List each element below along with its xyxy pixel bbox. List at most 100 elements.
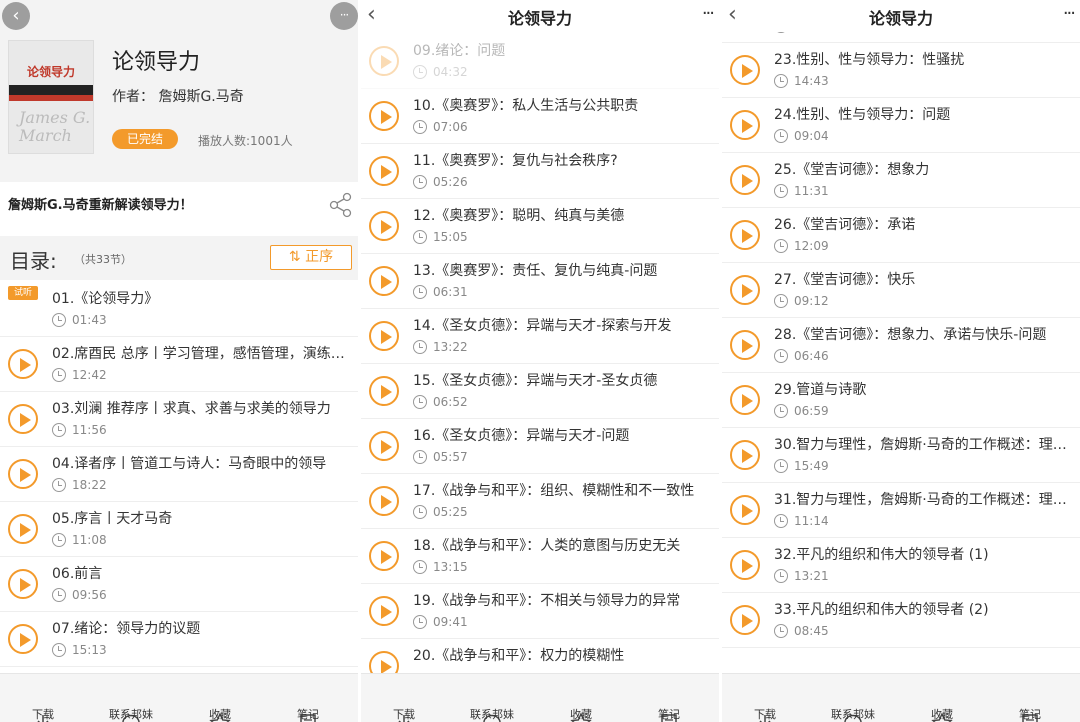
list-item[interactable]: 03.刘澜 推荐序丨求真、求善与求美的领导力 11:56	[0, 392, 358, 447]
list-item[interactable]: 11.《奥赛罗》：复仇与社会秩序? 05:26	[361, 144, 719, 199]
toolbar-note-button[interactable]: 笔记	[1000, 674, 1060, 722]
play-icon[interactable]	[730, 440, 760, 470]
list-item[interactable]: 15.《圣女贞德》：异端与天才-圣女贞德 06:52	[361, 364, 719, 419]
play-icon[interactable]	[8, 349, 38, 379]
list-item[interactable]: 18.《战争与和平》：人类的意图与历史无关 13:15	[361, 529, 719, 584]
toolbar-label: 收藏	[209, 708, 231, 721]
play-icon[interactable]	[730, 165, 760, 195]
list-item[interactable]: 16.《圣女贞德》：异端与天才-问题 05:57	[361, 419, 719, 474]
list-item[interactable]: 24.性别、性与领导力：问题 09:04	[722, 98, 1080, 153]
list-item[interactable]: 17.《战争与和平》：组织、模糊性和不一致性 05:25	[361, 474, 719, 529]
toolbar-star-button[interactable]: 收藏	[190, 674, 250, 722]
toolbar-download-button[interactable]: 下载	[374, 674, 434, 722]
list-item[interactable]: 23.性别、性与领导力：性骚扰 14:43	[722, 43, 1080, 98]
play-icon[interactable]	[369, 596, 399, 626]
play-icon[interactable]	[730, 275, 760, 305]
clock-icon	[52, 423, 66, 437]
clock-icon	[774, 349, 788, 363]
play-icon[interactable]	[369, 431, 399, 461]
list-item[interactable]: 07.绪论：领导力的议题 15:13	[0, 612, 358, 667]
item-duration: 04:32	[433, 65, 468, 79]
sort-button[interactable]: ⇅ 正序	[270, 245, 352, 270]
play-icon[interactable]	[730, 605, 760, 635]
cover-title: 论领导力	[26, 65, 75, 79]
list-item[interactable]: 32.平凡的组织和伟大的领导者 (1) 13:21	[722, 538, 1080, 593]
list-item[interactable]: 25.《堂吉诃德》：想象力 11:31	[722, 153, 1080, 208]
more-button[interactable]: ···	[330, 2, 358, 30]
toolbar-download-button[interactable]: 下载	[13, 674, 73, 722]
toolbar-label: 下载	[754, 708, 776, 721]
toolbar-star-button[interactable]: 收藏	[551, 674, 611, 722]
clock-icon	[52, 643, 66, 657]
clock-icon	[413, 340, 427, 354]
item-title: 13.《奥赛罗》：责任、复仇与纯真-问题	[413, 263, 658, 279]
play-icon[interactable]	[8, 404, 38, 434]
list-item[interactable]: 26.《堂吉诃德》：承诺 12:09	[722, 208, 1080, 263]
play-icon[interactable]	[369, 156, 399, 186]
play-icon[interactable]	[730, 385, 760, 415]
play-icon[interactable]	[8, 514, 38, 544]
list-item[interactable]: 19.《战争与和平》：不相关与领导力的异常 09:41	[361, 584, 719, 639]
list-item[interactable]: 28.《堂吉诃德》：想象力、承诺与快乐-问题 06:46	[722, 318, 1080, 373]
chapter-list-panel-3: 14:2023.性别、性与领导力：性骚扰14:4324.性别、性与领导力：问题0…	[722, 0, 1080, 722]
list-item[interactable]: 31.智力与理性，詹姆斯·马奇的工作概述：理性与选择 11:14	[722, 483, 1080, 538]
clock-icon	[774, 294, 788, 308]
toolbar-chat-button[interactable]: 联系邦妹	[823, 674, 883, 722]
play-icon[interactable]	[8, 569, 38, 599]
clock-icon	[413, 505, 427, 519]
list-item[interactable]: 02.席酉民 总序丨学习管理，感悟管理，演练管理 12:42	[0, 337, 358, 392]
list-item[interactable]: 05.序言丨天才马奇 11:08	[0, 502, 358, 557]
clock-icon	[52, 588, 66, 602]
play-icon[interactable]	[369, 101, 399, 131]
item-title: 16.《圣女贞德》：异端与天才-问题	[413, 428, 630, 444]
item-title: 04.译者序丨管道工与诗人：马奇眼中的领导	[52, 456, 327, 472]
play-icon[interactable]	[730, 220, 760, 250]
share-icon[interactable]	[328, 192, 354, 218]
play-icon[interactable]	[8, 624, 38, 654]
play-icon[interactable]	[730, 550, 760, 580]
play-icon[interactable]	[369, 486, 399, 516]
toolbar-star-button[interactable]: 收藏	[912, 674, 972, 722]
play-icon[interactable]	[369, 321, 399, 351]
play-icon[interactable]	[730, 55, 760, 85]
more-icon[interactable]: ···	[1063, 3, 1076, 24]
list-item[interactable]: 29.管道与诗歌 06:59	[722, 373, 1080, 428]
toolbar-download-button[interactable]: 下载	[735, 674, 795, 722]
play-icon[interactable]	[369, 541, 399, 571]
list-item[interactable]: 试听 01.《论领导力》 01:43	[0, 282, 358, 337]
item-duration: 06:59	[794, 404, 829, 418]
toolbar-chat-button[interactable]: 联系邦妹	[462, 674, 522, 722]
list-item[interactable]: 12.《奥赛罗》：聪明、纯真与美德 15:05	[361, 199, 719, 254]
list-item[interactable]: 04.译者序丨管道工与诗人：马奇眼中的领导 18:22	[0, 447, 358, 502]
play-icon[interactable]	[730, 330, 760, 360]
list-item[interactable]: 10.《奥赛罗》：私人生活与公共职责 07:06	[361, 89, 719, 144]
list-item[interactable]: 33.平凡的组织和伟大的领导者 (2) 08:45	[722, 593, 1080, 648]
play-icon[interactable]	[369, 266, 399, 296]
play-icon[interactable]	[730, 495, 760, 525]
book-title: 论领导力	[112, 50, 201, 75]
play-icon[interactable]	[8, 459, 38, 489]
play-icon[interactable]	[369, 46, 399, 76]
toolbar-chat-button[interactable]: 联系邦妹	[101, 674, 161, 722]
toc-count: （共33节）	[74, 253, 132, 266]
list-item[interactable]: 06.前言 09:56	[0, 557, 358, 612]
more-icon[interactable]: ···	[702, 3, 715, 24]
play-icon[interactable]	[369, 211, 399, 241]
list-item[interactable]: 09.绪论：问题 04:32	[361, 34, 719, 89]
list-item[interactable]: 30.智力与理性，詹姆斯·马奇的工作概述：理性与智力 15:49	[722, 428, 1080, 483]
toolbar-note-button[interactable]: 笔记	[639, 674, 699, 722]
play-icon[interactable]	[369, 376, 399, 406]
list-item[interactable]: 14.《圣女贞德》：异端与天才-探索与开发 13:22	[361, 309, 719, 364]
list-item[interactable]: 13.《奥赛罗》：责任、复仇与纯真-问题 06:31	[361, 254, 719, 309]
book-detail-panel: ‹ ··· 论领导力 James G. March 论领导力 作者： 詹姆斯G.…	[0, 0, 358, 722]
clock-icon	[774, 239, 788, 253]
back-button[interactable]: ‹	[2, 2, 30, 30]
item-duration: 09:12	[794, 294, 829, 308]
item-duration: 15:05	[433, 230, 468, 244]
toolbar-label: 收藏	[570, 708, 592, 721]
play-icon[interactable]	[730, 110, 760, 140]
toolbar-label: 下载	[32, 708, 54, 721]
toolbar-note-button[interactable]: 笔记	[278, 674, 338, 722]
item-duration: 09:41	[433, 615, 468, 629]
list-item[interactable]: 27.《堂吉诃德》：快乐 09:12	[722, 263, 1080, 318]
